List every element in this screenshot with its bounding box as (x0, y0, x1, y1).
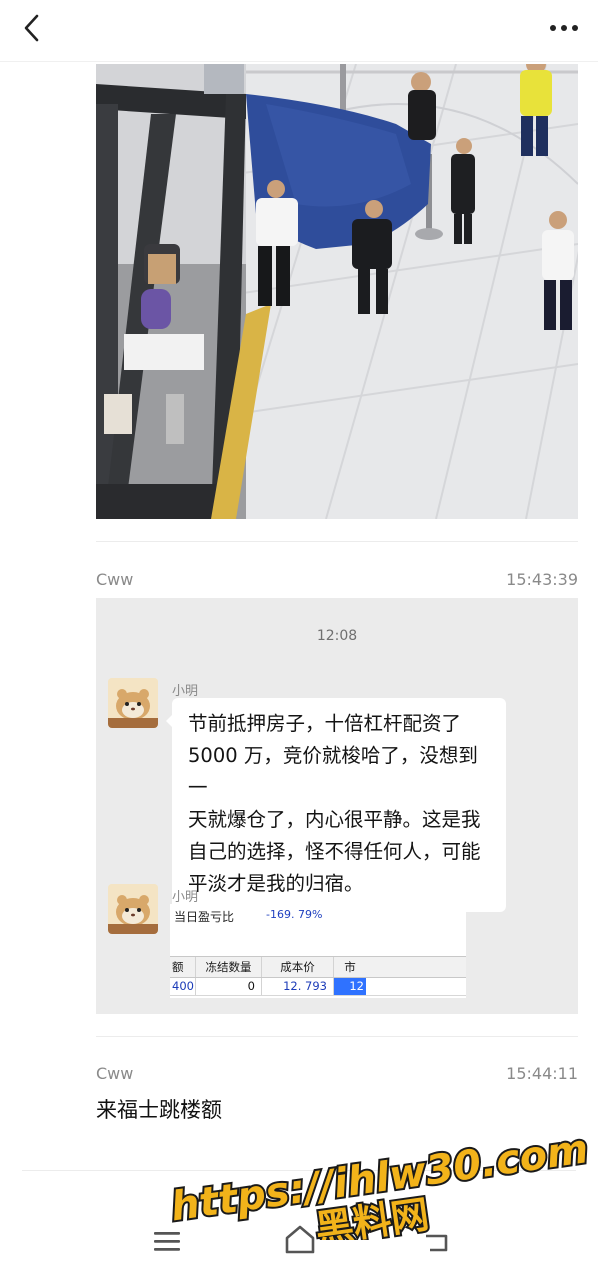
hamster-avatar-icon (108, 678, 158, 728)
message-time: 15:43:39 (506, 570, 578, 589)
bubble-line: 自己的选择，怪不得任何人，可能 (188, 840, 481, 863)
table-cell: 12. 793 (262, 978, 334, 995)
table-header-cell: 额 (170, 957, 196, 977)
bubble-line: 5000 万，竞价就梭哈了，没想到一 (188, 744, 478, 799)
sender-name: Cww (96, 1064, 134, 1083)
table-header-cell: 市 (344, 960, 356, 974)
avatar (108, 678, 158, 728)
table-row: 400 0 12. 793 12 (170, 978, 466, 996)
menu-icon (154, 1232, 180, 1251)
chat-sender-name: 小明 (172, 684, 199, 699)
bubble-line: 节前抵押房子，十倍杠杆配资了 (188, 712, 462, 735)
message-divider (96, 541, 578, 542)
table-cell: 12 (334, 978, 366, 995)
bubble-line: 平淡才是我的归宿。 (188, 872, 364, 895)
chat-timestamp: 12:08 (316, 628, 358, 644)
bubble-line: 天就爆仓了，内心很平静。这是我 (188, 808, 481, 831)
message-divider (96, 1036, 578, 1037)
pl-ratio-value: -169. 79% (266, 908, 323, 921)
chat-sender-name: 小明 (172, 890, 199, 905)
message-header: Cww 15:44:11 (96, 1064, 578, 1088)
bottom-navigation (0, 1170, 598, 1280)
back-icon (426, 1234, 448, 1252)
pl-ratio-label: 当日盈亏比 (174, 910, 235, 924)
mall-photo[interactable] (96, 64, 578, 519)
home-button[interactable] (282, 1222, 318, 1256)
menu-button[interactable] (150, 1226, 184, 1256)
table-cell: 0 (196, 978, 262, 995)
top-bar (0, 0, 598, 62)
more-button[interactable] (544, 10, 584, 46)
message-time: 15:44:11 (506, 1064, 578, 1083)
table-cell: 400 (170, 978, 196, 995)
trading-table-image: 当日盈亏比 -169. 79% 额 冻结数量 成本价 市 400 0 12. 7… (170, 904, 466, 998)
table-header: 额 冻结数量 成本价 市 (170, 956, 466, 978)
hamster-avatar-icon (108, 884, 158, 934)
chat-screenshot-image[interactable]: 12:08 小明 节前抵押房子，十倍杠杆配资了 5000 万，竞价就梭哈了，没想… (96, 598, 578, 1014)
mall-scene-image (96, 64, 578, 519)
chevron-left-icon (24, 14, 39, 42)
back-button[interactable] (14, 10, 50, 46)
back-nav-button[interactable] (420, 1226, 454, 1256)
more-horizontal-icon (550, 25, 578, 31)
message-text[interactable]: 来福士跳楼额 (96, 1094, 222, 1124)
message-header: Cww 15:43:39 (96, 570, 578, 594)
chat-bubble: 节前抵押房子，十倍杠杆配资了 5000 万，竞价就梭哈了，没想到一 天就爆仓了，… (172, 698, 506, 912)
sender-name: Cww (96, 570, 134, 589)
home-icon (285, 1225, 315, 1254)
table-header-cell: 冻结数量 (196, 957, 262, 977)
avatar (108, 884, 158, 934)
table-header-cell: 成本价 (262, 957, 334, 977)
